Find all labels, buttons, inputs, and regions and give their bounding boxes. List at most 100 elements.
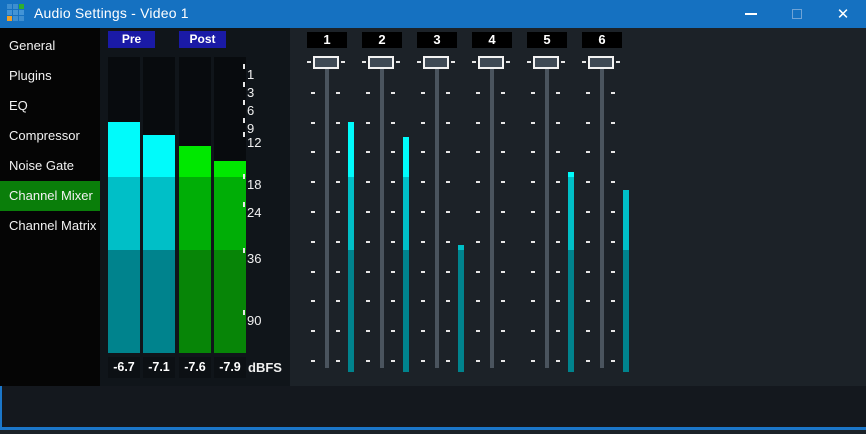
channel-6-slider-handle[interactable] (588, 56, 614, 69)
slider-tick (336, 330, 340, 332)
slider-tick (446, 211, 450, 213)
slider-tick (421, 181, 425, 183)
slider-tick (476, 241, 480, 243)
channel-2-level-meter (403, 250, 409, 372)
slider-tick (366, 181, 370, 183)
meter-fill-post-1 (214, 250, 246, 353)
channel-6-header: 6 (582, 32, 622, 48)
channel-4-header: 4 (472, 32, 512, 48)
channel-3-slider-handle[interactable] (423, 56, 449, 69)
meter-group-label-post: Post (179, 31, 226, 48)
meter-panel: Pre-6.7-7.1Post-7.6-7.913691218243690dBF… (100, 28, 290, 386)
maximize-icon (792, 9, 802, 19)
handle-dash-right-6 (616, 61, 620, 63)
slider-tick (366, 92, 370, 94)
sidebar-item-compressor[interactable]: Compressor (0, 121, 100, 151)
slider-tick (336, 181, 340, 183)
slider-tick (446, 151, 450, 153)
slider-tick (336, 211, 340, 213)
slider-tick (586, 211, 590, 213)
handle-dash-left-1 (307, 61, 311, 63)
slider-tick (366, 151, 370, 153)
scale-tick-18 (243, 174, 245, 179)
channel-5-header: 5 (527, 32, 567, 48)
slider-tick (476, 92, 480, 94)
slider-tick (476, 360, 480, 362)
sidebar-item-general[interactable]: General (0, 31, 100, 61)
app-logo-icon (7, 4, 27, 24)
slider-tick (586, 330, 590, 332)
sidebar-item-channel-matrix[interactable]: Channel Matrix (0, 211, 100, 241)
channel-5-slider-handle[interactable] (533, 56, 559, 69)
channel-2-track[interactable] (380, 64, 384, 368)
channel-1-level-meter (348, 177, 354, 250)
minimize-button[interactable] (728, 0, 774, 28)
slider-tick (366, 271, 370, 273)
sidebar-item-plugins[interactable]: Plugins (0, 61, 100, 91)
sidebar-item-channel-mixer[interactable]: Channel Mixer (0, 181, 100, 211)
handle-dash-left-3 (417, 61, 421, 63)
slider-tick (531, 300, 535, 302)
slider-tick (336, 122, 340, 124)
meter-fill-pre-1 (143, 135, 175, 177)
title-bar[interactable]: Audio Settings - Video 1 ✕ (0, 0, 866, 28)
slider-tick (476, 181, 480, 183)
channel-3-track[interactable] (435, 64, 439, 368)
handle-dash-left-4 (472, 61, 476, 63)
slider-tick (556, 330, 560, 332)
scale-tick-1 (243, 64, 245, 69)
meter-fill-pre-1 (143, 177, 175, 250)
close-window-button[interactable]: ✕ (820, 0, 866, 28)
slider-tick (531, 181, 535, 183)
slider-tick (446, 330, 450, 332)
meter-fill-pre-0 (108, 250, 140, 353)
meter-value-post-1: -7.9 (214, 357, 246, 378)
meter-fill-post-0 (179, 250, 211, 353)
slider-tick (501, 122, 505, 124)
slider-tick (586, 271, 590, 273)
slider-tick (531, 271, 535, 273)
slider-tick (366, 122, 370, 124)
logo-square-0 (7, 4, 12, 9)
slider-tick (366, 241, 370, 243)
logo-square-3 (7, 10, 12, 15)
slider-tick (336, 300, 340, 302)
slider-tick (501, 300, 505, 302)
logo-square-2 (19, 4, 24, 9)
slider-tick (531, 92, 535, 94)
meter-value-pre-1: -7.1 (143, 357, 175, 378)
channel-1-track[interactable] (325, 64, 329, 368)
slider-tick (391, 181, 395, 183)
scale-tick-24 (243, 202, 245, 207)
slider-tick (336, 151, 340, 153)
channel-1-slider-handle[interactable] (313, 56, 339, 69)
slider-tick (311, 300, 315, 302)
meter-fill-pre-1 (143, 250, 175, 353)
slider-tick (531, 241, 535, 243)
slider-tick (501, 360, 505, 362)
window-title: Audio Settings - Video 1 (34, 5, 189, 21)
slider-tick (421, 241, 425, 243)
slider-tick (391, 330, 395, 332)
channel-5-track[interactable] (545, 64, 549, 368)
meter-value-post-0: -7.6 (179, 357, 211, 378)
channel-2-slider-handle[interactable] (368, 56, 394, 69)
channel-6-level-meter (623, 250, 629, 372)
slider-tick (586, 300, 590, 302)
slider-tick (556, 151, 560, 153)
slider-tick (476, 122, 480, 124)
slider-tick (501, 92, 505, 94)
slider-tick (446, 271, 450, 273)
scale-label-36: 36 (247, 251, 261, 266)
channel-4-slider-handle[interactable] (478, 56, 504, 69)
sidebar-item-noise-gate[interactable]: Noise Gate (0, 151, 100, 181)
meter-fill-post-0 (179, 146, 211, 177)
slider-tick (391, 300, 395, 302)
sidebar-item-eq[interactable]: EQ (0, 91, 100, 121)
channel-4-track[interactable] (490, 64, 494, 368)
handle-dash-right-2 (396, 61, 400, 63)
channel-6-track[interactable] (600, 64, 604, 368)
slider-tick (501, 271, 505, 273)
slider-tick (586, 151, 590, 153)
channel-2-header: 2 (362, 32, 402, 48)
